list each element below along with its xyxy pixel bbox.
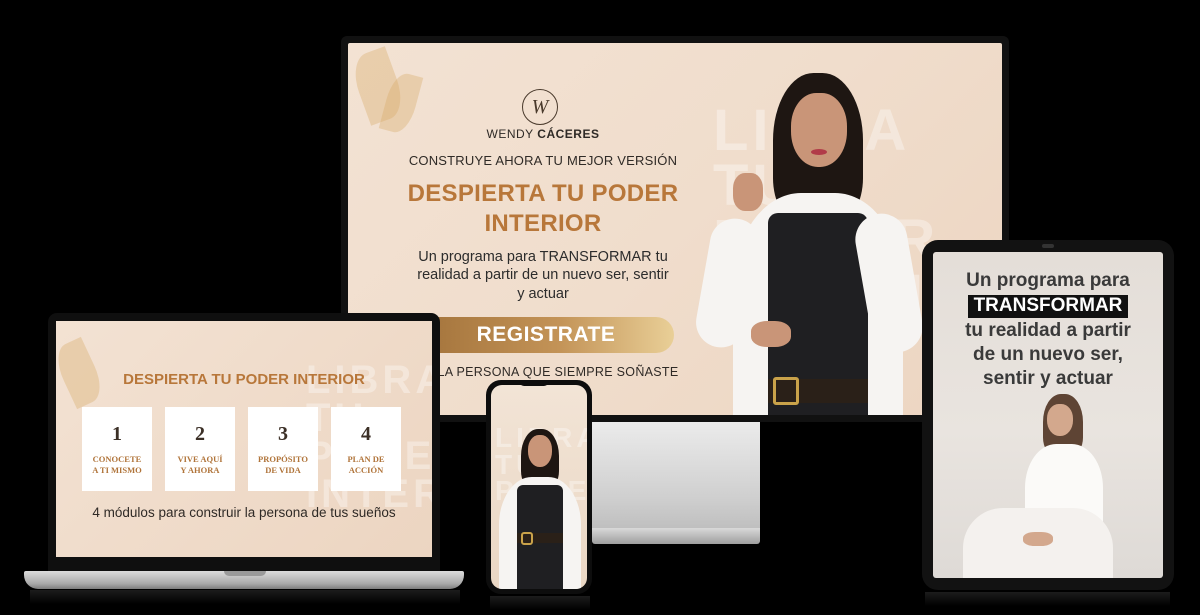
module-number: 4 [361,423,371,445]
tablet-text-line: tu realidad a partir [965,320,1131,341]
module-caption-line: DE VIDA [265,464,301,475]
monitor-base [592,528,760,544]
laptop-screen: LIBRATU PODERINTERIOR DESPIERTA TU PODER… [56,321,432,557]
module-caption: VIVE AQUÍ Y AHORA [177,454,222,475]
tablet-highlight: TRANSFORMAR [967,295,1129,318]
module-card[interactable]: 2 VIVE AQUÍ Y AHORA [165,407,235,491]
phone-photo-woman [491,415,587,589]
hero-photo-woman [692,63,927,415]
tablet-screen: Un programa para TRANSFORMAR tu realidad… [933,252,1163,578]
phone-reflection [490,596,590,610]
phone-screen: LIBRATUPODER [491,385,587,589]
hero-subtitle: Un programa para TRANSFORMAR tu realidad… [393,248,693,303]
module-caption: CONOCETE A TI MISMO [92,454,141,475]
hero-subtitle-line: y actuar [517,285,569,302]
laptop-title: DESPIERTA TU PODER INTERIOR [123,371,365,388]
tablet-reflection [925,592,1170,606]
module-number: 2 [195,423,205,445]
brand-logo: W [522,89,558,125]
brand-name: WENDY CÁCERES [468,127,618,141]
module-card[interactable]: 4 PLAN DE ACCIÓN [331,407,401,491]
tablet-highlight-line: TRANSFORMAR [933,295,1163,318]
hero-subtitle-line: Un programa para TRANSFORMAR tu [418,249,668,265]
module-card[interactable]: 1 CONOCETE A TI MISMO [82,407,152,491]
module-caption-line: VIVE AQUÍ [177,454,223,464]
modules-description: 4 módulos para construir la persona de t… [92,505,396,520]
module-caption-line: PLAN DE [347,454,385,464]
hero-title: DESPIERTA TU PODER INTERIOR [388,179,698,239]
hero-subtitle-line: realidad a partir de un nuevo ser, senti… [417,267,669,284]
module-caption-line: A TI MISMO [92,464,142,475]
module-number: 1 [112,423,122,445]
device-mockup-stage: LIBRATU PODERINTERIOR W WENDY CÁCERES CO… [0,0,1200,615]
desktop-monitor: LIBRATU PODERINTERIOR W WENDY CÁCERES CO… [341,36,1009,422]
smartphone: LIBRATUPODER [486,380,592,594]
hero-footer: LA PERSONA QUE SIEMPRE SOÑASTE [437,365,679,379]
module-caption-line: ACCIÓN [348,464,384,475]
phone-notch [519,380,549,386]
hero-kicker: CONSTRUYE AHORA TU MEJOR VERSIÓN [408,153,678,168]
module-card[interactable]: 3 PROPÓSITO DE VIDA [248,407,318,491]
hero-title-line: INTERIOR [484,210,602,237]
brand-logo-letter: W [531,95,549,118]
module-caption: PLAN DE ACCIÓN [347,454,384,475]
laptop-notch [224,571,266,576]
module-number: 3 [278,423,288,445]
brand-last-name: CÁCERES [537,127,600,141]
module-caption: PROPÓSITO DE VIDA [258,454,308,475]
module-caption-line: PROPÓSITO [258,454,308,464]
module-cards: 1 CONOCETE A TI MISMO 2 VIVE AQUÍ Y AHORA … [82,407,401,491]
tablet-text-line: de un nuevo ser, [973,344,1123,365]
hero-title-line: DESPIERTA TU PODER [407,180,679,207]
tablet-text-line: Un programa para [966,270,1130,291]
module-caption-line: Y AHORA [180,464,220,475]
laptop-reflection [30,590,460,604]
monitor-screen: LIBRATU PODERINTERIOR W WENDY CÁCERES CO… [348,43,1002,415]
laptop: LIBRATU PODERINTERIOR DESPIERTA TU PODER… [48,313,440,571]
register-button[interactable]: REGISTRATE [418,317,674,353]
monitor-stand [592,420,760,532]
brand-first-name: WENDY [486,127,534,141]
module-caption-line: CONOCETE [92,454,142,464]
tablet: Un programa para TRANSFORMAR tu realidad… [922,240,1174,590]
tablet-camera [1042,244,1054,248]
tablet-photo-woman [943,382,1153,578]
